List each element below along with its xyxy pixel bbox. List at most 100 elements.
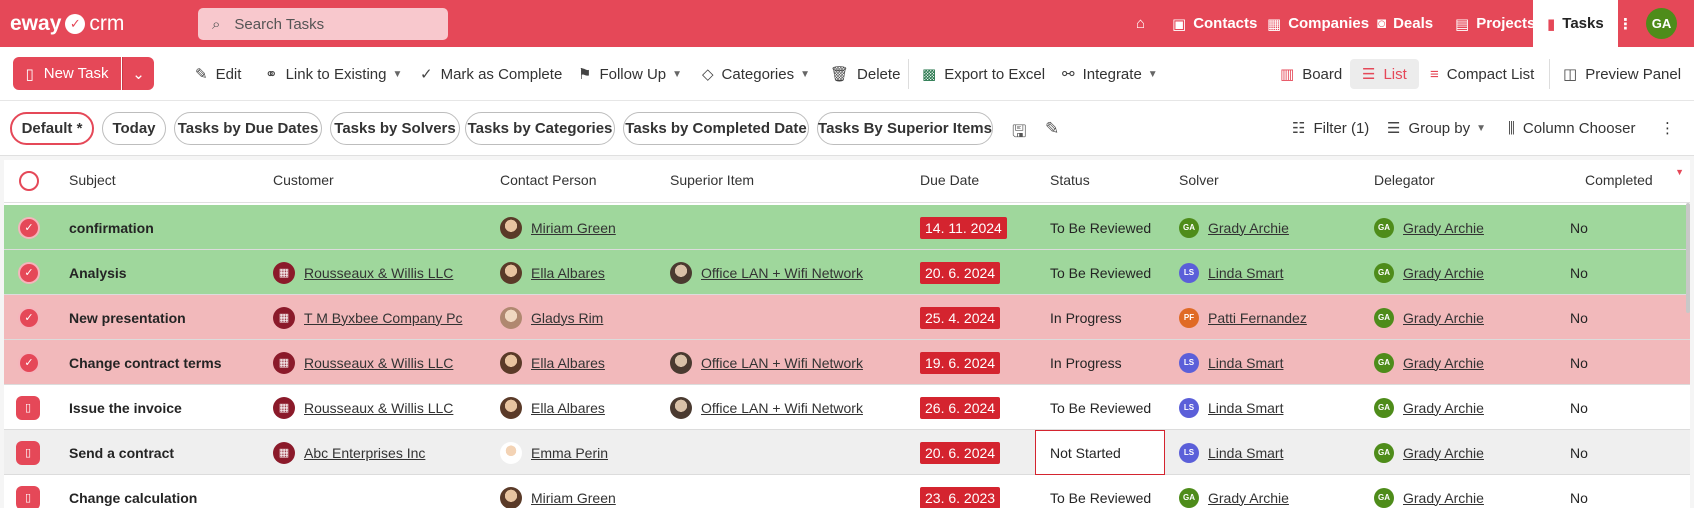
task-subject[interactable]: Issue the invoice — [69, 385, 182, 430]
table-row[interactable]: ✓ confirmation Miriam Green 14. 11. 2024… — [4, 205, 1690, 250]
column-header-completed[interactable]: Completed — [1585, 172, 1653, 188]
completed-check-icon[interactable]: ✓ — [18, 351, 40, 374]
customer-link[interactable]: Rousseaux & Willis LLC — [304, 265, 453, 281]
contact-link[interactable]: Ella Albares — [531, 355, 605, 371]
edit-view-icon[interactable]: ✎ — [1045, 119, 1059, 139]
solver-link[interactable]: Linda Smart — [1208, 265, 1283, 281]
delegator-link[interactable]: Grady Archie — [1403, 445, 1484, 461]
view-chip-superior-items[interactable]: Tasks By Superior Items — [817, 112, 993, 145]
task-subject[interactable]: Analysis — [69, 250, 127, 295]
column-header-status[interactable]: Status — [1050, 172, 1090, 188]
column-header-superior-item[interactable]: Superior Item — [670, 172, 754, 188]
solver-link[interactable]: Linda Smart — [1208, 445, 1283, 461]
solver-link[interactable]: Patti Fernandez — [1208, 310, 1307, 326]
completed-check-icon[interactable]: ✓ — [18, 306, 40, 329]
follow-up-button[interactable]: ⚑ Follow Up ▼ — [578, 63, 682, 85]
contact-link[interactable]: Miriam Green — [531, 490, 616, 506]
superior-item-link[interactable]: Office LAN + Wifi Network — [701, 355, 863, 371]
customer-link[interactable]: Abc Enterprises Inc — [304, 445, 425, 461]
nav-contacts[interactable]: ▣ Contacts — [1172, 0, 1257, 47]
save-view-icon[interactable]: 🖫 — [1012, 119, 1026, 148]
solver-link[interactable]: Grady Archie — [1208, 220, 1289, 236]
completed-check-icon[interactable]: ✓ — [18, 261, 40, 284]
app-logo[interactable]: eway ✓ crm — [10, 11, 124, 37]
solver-link[interactable]: Grady Archie — [1208, 490, 1289, 506]
more-options-button[interactable]: ⋮ — [1660, 117, 1675, 139]
table-row[interactable]: ✓ Change contract terms ▦ Rousseaux & Wil… — [4, 340, 1690, 385]
nav-tasks[interactable]: ▮ Tasks — [1533, 0, 1618, 47]
solver-link[interactable]: Linda Smart — [1208, 400, 1283, 416]
nav-deals[interactable]: ◙ Deals — [1377, 0, 1433, 47]
list-view-button[interactable]: ☰ List — [1350, 59, 1419, 89]
contact-link[interactable]: Ella Albares — [531, 400, 605, 416]
customer-link[interactable]: Rousseaux & Willis LLC — [304, 400, 453, 416]
column-header-subject[interactable]: Subject — [69, 172, 116, 188]
table-scrollbar[interactable] — [1686, 203, 1690, 313]
contact-link[interactable]: Miriam Green — [531, 220, 616, 236]
edit-button[interactable]: ✎ Edit — [195, 63, 241, 85]
select-all-checkbox[interactable] — [19, 171, 39, 191]
table-row[interactable]: ✓ New presentation ▦ T M Byxbee Company P… — [4, 295, 1690, 340]
filter-button[interactable]: ☷ Filter (1) — [1292, 117, 1369, 139]
task-subject[interactable]: New presentation — [69, 295, 186, 340]
task-clipboard-icon[interactable]: ▯ — [16, 440, 40, 465]
view-chip-solvers[interactable]: Tasks by Solvers — [330, 112, 460, 145]
table-row[interactable]: ✓ Analysis ▦ Rousseaux & Willis LLC Ella … — [4, 250, 1690, 295]
view-chip-default[interactable]: Default * — [10, 112, 94, 145]
table-row[interactable]: ▯ Send a contract ▦ Abc Enterprises Inc E… — [4, 430, 1690, 475]
nav-projects[interactable]: ▤ Projects — [1455, 0, 1535, 47]
group-by-button[interactable]: ☰ Group by ▼ — [1387, 117, 1486, 139]
status-cell-editing[interactable]: Not Started — [1035, 430, 1165, 475]
nav-companies[interactable]: ▦ Companies — [1267, 0, 1369, 47]
task-clipboard-icon[interactable]: ▯ — [16, 395, 40, 420]
task-subject[interactable]: Change calculation — [69, 475, 197, 508]
column-chooser-button[interactable]: ⫼ Column Chooser — [1508, 117, 1635, 139]
column-header-customer[interactable]: Customer — [273, 172, 334, 188]
compact-list-view-button[interactable]: ≡ Compact List — [1430, 63, 1534, 85]
contact-link[interactable]: Emma Perin — [531, 445, 608, 461]
new-task-button[interactable]: ▯ New Task — [13, 57, 121, 90]
link-to-existing-button[interactable]: ⚭ Link to Existing ▼ — [265, 63, 402, 85]
view-chip-categories[interactable]: Tasks by Categories — [465, 112, 615, 145]
board-view-button[interactable]: ▥ Board — [1280, 63, 1342, 85]
search-input[interactable]: ⌕ Search Tasks — [198, 8, 448, 40]
user-avatar[interactable]: GA — [1646, 8, 1677, 39]
delegator-avatar: GA — [1374, 262, 1394, 283]
delegator-link[interactable]: Grady Archie — [1403, 310, 1484, 326]
column-header-delegator[interactable]: Delegator — [1374, 172, 1435, 188]
customer-link[interactable]: T M Byxbee Company Pc — [304, 310, 462, 326]
more-menu-button[interactable]: ⋮ — [1618, 0, 1633, 47]
superior-item-link[interactable]: Office LAN + Wifi Network — [701, 265, 863, 281]
categories-button[interactable]: ◇ Categories ▼ — [702, 63, 810, 85]
column-header-contact-person[interactable]: Contact Person — [500, 172, 597, 188]
task-clipboard-icon[interactable]: ▯ — [16, 485, 40, 508]
customer-link[interactable]: Rousseaux & Willis LLC — [304, 355, 453, 371]
completed-check-icon[interactable]: ✓ — [18, 216, 40, 239]
preview-panel-button[interactable]: ◫ Preview Panel — [1563, 63, 1681, 85]
delegator-link[interactable]: Grady Archie — [1403, 355, 1484, 371]
delegator-link[interactable]: Grady Archie — [1403, 220, 1484, 236]
column-header-solver[interactable]: Solver — [1179, 172, 1219, 188]
new-task-dropdown-button[interactable]: ⌄ — [122, 57, 154, 90]
delegator-link[interactable]: Grady Archie — [1403, 490, 1484, 506]
table-row[interactable]: ▯ Issue the invoice ▦ Rousseaux & Willis … — [4, 385, 1690, 430]
contact-link[interactable]: Gladys Rim — [531, 310, 603, 326]
delete-button[interactable]: 🗑 Delete — [830, 63, 900, 85]
delegator-link[interactable]: Grady Archie — [1403, 265, 1484, 281]
mark-as-complete-button[interactable]: ✓ Mark as Complete — [420, 63, 562, 85]
home-button[interactable]: ⌂ — [1136, 0, 1145, 47]
superior-item-link[interactable]: Office LAN + Wifi Network — [701, 400, 863, 416]
task-subject[interactable]: confirmation — [69, 205, 154, 250]
solver-link[interactable]: Linda Smart — [1208, 355, 1283, 371]
contact-link[interactable]: Ella Albares — [531, 265, 605, 281]
delegator-link[interactable]: Grady Archie — [1403, 400, 1484, 416]
view-chip-due-dates[interactable]: Tasks by Due Dates — [174, 112, 322, 145]
table-row[interactable]: ▯ Change calculation Miriam Green 23. 6.… — [4, 475, 1690, 508]
export-to-excel-button[interactable]: ▩ Export to Excel — [922, 63, 1045, 85]
integrate-button[interactable]: ⚯ Integrate ▼ — [1062, 63, 1158, 85]
view-chip-today[interactable]: Today — [102, 112, 166, 145]
task-subject[interactable]: Send a contract — [69, 430, 174, 475]
column-header-due-date[interactable]: Due Date — [920, 172, 979, 188]
view-chip-completed-date[interactable]: Tasks by Completed Date — [623, 112, 809, 145]
task-subject[interactable]: Change contract terms — [69, 340, 221, 385]
